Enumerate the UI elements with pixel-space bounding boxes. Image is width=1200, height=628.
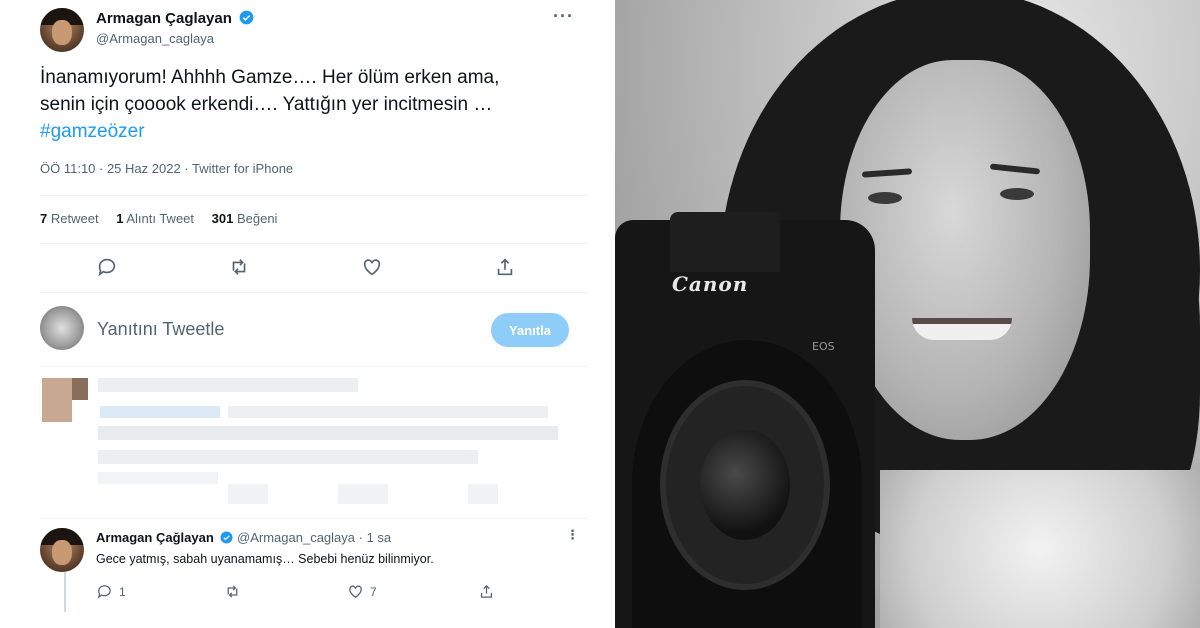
reply-like-action[interactable]: 7 bbox=[347, 583, 377, 600]
like-stat[interactable]: 301 Beğeni bbox=[212, 211, 278, 226]
tweet-text-line-1: İnanamıyorum! Ahhhh Gamze…. Her ölüm erk… bbox=[40, 67, 500, 88]
current-user-avatar[interactable] bbox=[40, 306, 84, 350]
camera-brand: Canon bbox=[672, 272, 749, 296]
reply-reply-action[interactable]: 1 bbox=[96, 583, 126, 600]
thread-line bbox=[64, 572, 66, 612]
tweet-text-line-2: senin için çooook erkendi…. Yattığın yer… bbox=[40, 94, 493, 115]
verified-badge-icon bbox=[220, 531, 233, 544]
reply-author-avatar[interactable] bbox=[40, 528, 84, 572]
camera-model: EOS bbox=[812, 340, 835, 353]
reply-author[interactable]: Armagan Çağlayan @Armagan_caglaya · 1 sa bbox=[96, 530, 391, 545]
photo-lace-collar bbox=[880, 470, 1200, 628]
divider bbox=[40, 243, 588, 244]
quote-stat[interactable]: 1 Alıntı Tweet bbox=[116, 211, 194, 226]
photo-face bbox=[840, 60, 1090, 440]
reply-more-options-icon[interactable]: ⋮ bbox=[566, 527, 580, 543]
like-icon[interactable] bbox=[361, 256, 383, 278]
divider bbox=[40, 518, 588, 519]
share-icon bbox=[480, 584, 493, 598]
reply-retweet-action[interactable] bbox=[224, 583, 247, 600]
photo-eye bbox=[1000, 188, 1034, 200]
divider bbox=[40, 366, 588, 367]
tweet-panel: Armagan Çaglayan @Armagan_caglaya ··· İn… bbox=[0, 0, 615, 628]
reply-icon bbox=[97, 585, 111, 599]
author-handle[interactable]: @Armagan_caglaya bbox=[96, 31, 214, 46]
author-name[interactable]: Armagan Çaglayan bbox=[96, 10, 254, 27]
author-name-text[interactable]: Armagan Çaglayan bbox=[96, 10, 232, 27]
verified-badge-icon bbox=[239, 10, 254, 25]
reply-icon[interactable] bbox=[96, 256, 118, 278]
tweet-timestamp[interactable]: ÖÖ 11:10 · 25 Haz 2022 · Twitter for iPh… bbox=[40, 161, 293, 176]
camera-top bbox=[670, 212, 780, 272]
share-icon[interactable] bbox=[494, 256, 516, 278]
camera-lens-glass bbox=[700, 430, 790, 540]
like-icon bbox=[349, 585, 362, 598]
photo-eye bbox=[868, 192, 902, 204]
divider bbox=[40, 292, 588, 293]
tweet-text: İnanamıyorum! Ahhhh Gamze…. Her ölüm erk… bbox=[40, 64, 600, 145]
photo-mouth bbox=[912, 318, 1012, 340]
reply-button[interactable]: Yanıtla bbox=[491, 313, 569, 347]
blurred-reply bbox=[28, 372, 588, 512]
retweet-stat[interactable]: 7 Retweet bbox=[40, 211, 99, 226]
more-options-icon[interactable]: ··· bbox=[553, 6, 574, 27]
reply-input[interactable]: Yanıtını Tweetle bbox=[97, 319, 224, 340]
divider bbox=[40, 195, 588, 196]
reply-text: Gece yatmış, sabah uyanamamış… Sebebi he… bbox=[96, 552, 434, 566]
author-avatar[interactable] bbox=[40, 8, 84, 52]
retweet-icon bbox=[227, 585, 238, 598]
hashtag-link[interactable]: #gamzeözer bbox=[40, 118, 600, 145]
retweet-icon[interactable] bbox=[228, 256, 250, 278]
tweet-stats: 7 Retweet 1 Alıntı Tweet 301 Beğeni bbox=[40, 211, 291, 226]
reply-share-action[interactable] bbox=[478, 583, 501, 600]
